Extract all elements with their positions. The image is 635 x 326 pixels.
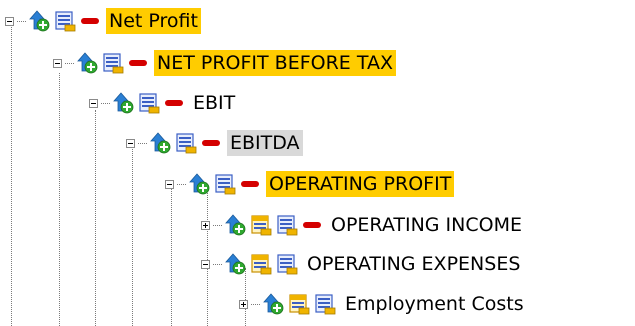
minus-red-icon[interactable] (240, 173, 260, 195)
tree-node[interactable]: EBITDA (126, 126, 303, 160)
tree-node-label[interactable]: NET PROFIT BEFORE TAX (154, 50, 396, 76)
collapse-icon[interactable] (201, 259, 210, 269)
report-icon[interactable] (276, 253, 298, 275)
tree-node[interactable]: OPERATING PROFIT (165, 167, 455, 201)
tree-node[interactable]: Net Profit (5, 4, 201, 38)
expand-icon[interactable] (239, 299, 248, 309)
report-icon[interactable] (102, 52, 124, 74)
minus-red-icon[interactable] (302, 214, 322, 236)
tree-node-label[interactable]: OPERATING PROFIT (266, 171, 455, 197)
report-icon[interactable] (214, 173, 236, 195)
tree-node[interactable]: OPERATING INCOME (201, 208, 525, 242)
collapse-icon[interactable] (5, 16, 14, 26)
tree-node-label[interactable]: OPERATING INCOME (328, 212, 525, 238)
tree-connector (251, 303, 260, 305)
tree-node[interactable]: EBIT (89, 86, 238, 120)
collapse-icon[interactable] (53, 58, 62, 68)
tree-guide-line (95, 110, 96, 326)
tree-connector (101, 102, 110, 104)
expand-icon[interactable] (201, 220, 210, 230)
add-child-icon[interactable] (262, 293, 284, 315)
add-child-icon[interactable] (112, 92, 134, 114)
add-child-icon[interactable] (149, 132, 171, 154)
tree-connector (213, 263, 222, 265)
tree-node[interactable]: Employment Costs (239, 287, 527, 321)
add-child-icon[interactable] (224, 214, 246, 236)
tree-node-label[interactable]: OPERATING EXPENSES (304, 251, 523, 277)
tree-connector (65, 62, 74, 64)
collapse-icon[interactable] (89, 98, 98, 108)
tree-node-label[interactable]: EBIT (190, 90, 238, 116)
report-icon[interactable] (138, 92, 160, 114)
tree-node[interactable]: NET PROFIT BEFORE TAX (53, 46, 396, 80)
minus-red-icon[interactable] (80, 10, 100, 32)
tree-node[interactable]: OPERATING EXPENSES (201, 247, 523, 281)
report-yellow-icon[interactable] (288, 293, 310, 315)
tree-node-label[interactable]: EBITDA (227, 130, 303, 156)
collapse-icon[interactable] (165, 179, 174, 189)
tree-guide-line (171, 185, 172, 326)
tree-connector (138, 142, 147, 144)
tree-node-label[interactable]: Net Profit (106, 8, 201, 34)
add-child-icon[interactable] (76, 52, 98, 74)
report-icon[interactable] (175, 132, 197, 154)
tree-connector (17, 20, 26, 22)
tree-guide-line (11, 20, 12, 326)
report-yellow-icon[interactable] (250, 253, 272, 275)
collapse-icon[interactable] (126, 138, 135, 148)
tree-guide-line (59, 73, 60, 326)
minus-red-icon[interactable] (164, 92, 184, 114)
report-icon[interactable] (314, 293, 336, 315)
minus-red-icon[interactable] (128, 52, 148, 74)
tree-connector (177, 183, 186, 185)
report-icon[interactable] (54, 10, 76, 32)
tree-connector (213, 224, 222, 226)
minus-red-icon[interactable] (201, 132, 221, 154)
tree-node-label[interactable]: Employment Costs (342, 291, 527, 317)
add-child-icon[interactable] (224, 253, 246, 275)
add-child-icon[interactable] (188, 173, 210, 195)
add-child-icon[interactable] (28, 10, 50, 32)
tree-guide-line (132, 147, 133, 326)
report-icon[interactable] (276, 214, 298, 236)
report-yellow-icon[interactable] (250, 214, 272, 236)
